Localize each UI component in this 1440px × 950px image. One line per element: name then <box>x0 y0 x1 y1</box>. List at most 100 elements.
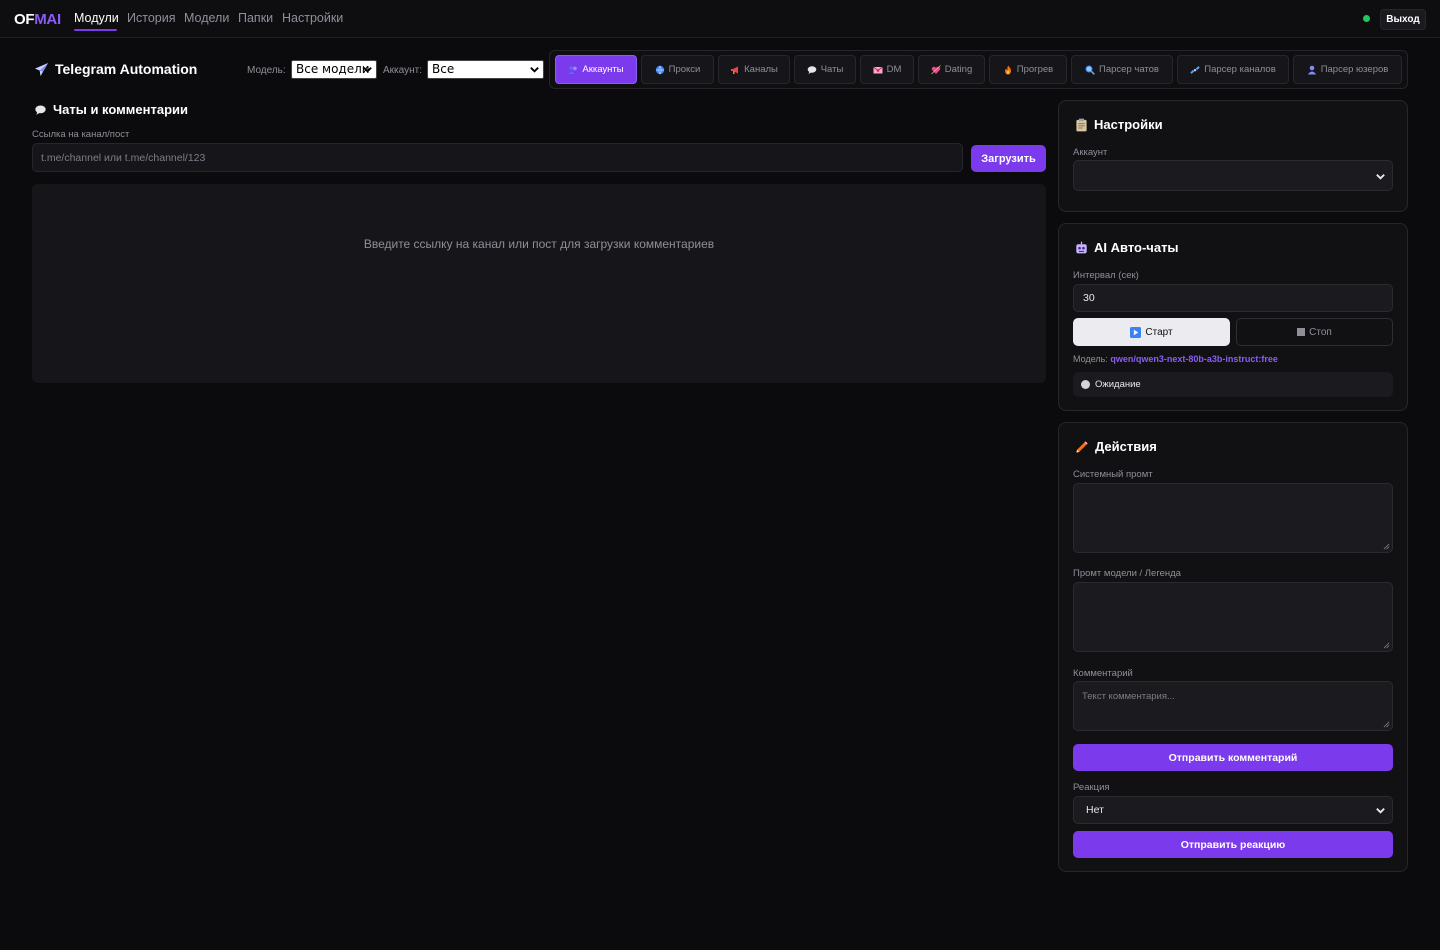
account-filter-label: Аккаунт: <box>383 65 422 76</box>
resize-grip-icon <box>1383 543 1390 550</box>
model-filter-label: Модель: <box>247 65 286 76</box>
nav-item-modules[interactable]: Модули <box>74 11 119 25</box>
airplane-icon <box>34 62 49 76</box>
send-comment-button[interactable]: Отправить комментарий <box>1073 744 1393 771</box>
stop-button-label: Стоп <box>1309 326 1332 338</box>
settings-account-select[interactable] <box>1073 160 1393 191</box>
channel-link-input[interactable]: t.me/channel или t.me/channel/123 <box>32 143 963 172</box>
tab-label: Чаты <box>820 64 844 75</box>
page-title-text: Telegram Automation <box>55 61 198 77</box>
autochat-status-text: Ожидание <box>1095 379 1141 390</box>
model-info: Модель: qwen/qwen3-next-80b-a3b-instruct… <box>1073 354 1278 364</box>
actions-panel: Действия Системный промт Промт модели / … <box>1058 422 1408 872</box>
system-prompt-label: Системный промт <box>1073 469 1153 480</box>
megaphone-icon <box>731 66 739 74</box>
tab-user-parser[interactable]: Парсер юзеров <box>1293 55 1402 84</box>
start-button-label: Старт <box>1145 326 1173 338</box>
chevron-down-icon <box>1376 174 1385 180</box>
stop-button[interactable]: Стоп <box>1236 318 1393 346</box>
tab-label: Прокси <box>668 64 701 75</box>
settings-panel: Настройки Аккаунт <box>1058 100 1408 212</box>
tab-warmup[interactable]: Прогрев <box>989 55 1067 84</box>
logo-part-mai: MAI <box>34 11 61 28</box>
tab-chats[interactable]: Чаты <box>794 55 856 84</box>
tab-proxies[interactable]: Прокси <box>641 55 714 84</box>
comment-textarea[interactable]: Текст комментария... <box>1073 681 1393 731</box>
settings-title-text: Настройки <box>1094 117 1163 132</box>
interval-input[interactable]: 30 <box>1073 284 1393 312</box>
model-filter-select[interactable]: Все модели <box>291 60 377 79</box>
online-status-dot <box>1363 15 1370 22</box>
start-button[interactable]: Старт <box>1073 318 1230 346</box>
active-nav-underline <box>74 29 117 31</box>
satellite-icon <box>1190 65 1200 74</box>
heart-arrow-icon <box>930 64 941 74</box>
tab-channel-parser[interactable]: Парсер каналов <box>1177 55 1289 84</box>
play-icon <box>1130 326 1142 338</box>
comments-container: Введите ссылку на канал или пост для заг… <box>32 184 1046 383</box>
model-info-prefix: Модель: <box>1073 354 1108 364</box>
tab-dm[interactable]: DM <box>860 55 914 84</box>
actions-title-text: Действия <box>1095 439 1157 454</box>
tab-label: Каналы <box>744 64 778 75</box>
robot-icon <box>1076 241 1087 254</box>
speech-bubble-icon <box>807 65 817 74</box>
interval-label: Интервал (сек) <box>1073 270 1139 281</box>
reaction-select[interactable]: Нет <box>1073 796 1393 824</box>
chats-section-title: Чаты и комментарии <box>34 102 188 117</box>
tab-chat-parser[interactable]: Парсер чатов <box>1071 55 1173 84</box>
tab-label: Dating <box>944 64 973 75</box>
tab-label: Парсер каналов <box>1204 64 1276 75</box>
nav-item-settings[interactable]: Настройки <box>282 11 343 25</box>
logo[interactable]: OFMAI <box>14 11 61 28</box>
tab-accounts[interactable]: Аккаунты <box>555 55 637 84</box>
ai-autochats-title: AI Авто-чаты <box>1075 240 1179 255</box>
chevron-down-icon <box>363 67 372 73</box>
tab-dating[interactable]: Dating <box>918 55 985 84</box>
resize-grip-icon <box>1383 642 1390 649</box>
top-navbar: OFMAI Модули История Модели Папки Настро… <box>0 0 1440 38</box>
globe-icon <box>655 65 664 74</box>
link-field-label: Ссылка на канал/пост <box>32 129 130 140</box>
logout-button[interactable]: Выход <box>1380 9 1426 30</box>
send-reaction-button[interactable]: Отправить реакцию <box>1073 831 1393 858</box>
user-icon <box>1307 65 1316 74</box>
account-filter-value: Все <box>432 62 455 76</box>
autochat-status: Ожидание <box>1073 372 1393 397</box>
tab-label: DM <box>886 64 902 75</box>
nav-item-models[interactable]: Модели <box>184 11 229 25</box>
tab-label: Аккаунты <box>582 64 624 75</box>
channel-link-placeholder: t.me/channel или t.me/channel/123 <box>41 151 206 164</box>
resize-grip-icon <box>1383 721 1390 728</box>
users-icon <box>568 65 578 74</box>
reaction-label: Реакция <box>1073 782 1110 793</box>
comment-label: Комментарий <box>1073 668 1133 679</box>
ai-autochats-title-text: AI Авто-чаты <box>1094 240 1179 255</box>
status-circle-icon <box>1081 380 1090 389</box>
clipboard-icon <box>1076 118 1087 131</box>
ai-autochats-panel: AI Авто-чаты Интервал (сек) 30 Старт Сто… <box>1058 223 1408 411</box>
settings-account-label: Аккаунт <box>1073 147 1108 158</box>
system-prompt-textarea[interactable] <box>1073 483 1393 553</box>
pencil-icon <box>1076 440 1088 453</box>
nav-item-history[interactable]: История <box>127 11 175 25</box>
settings-title: Настройки <box>1075 117 1163 132</box>
nav-item-folders[interactable]: Папки <box>238 11 273 25</box>
tab-channels[interactable]: Каналы <box>718 55 790 84</box>
tab-label: Парсер чатов <box>1099 64 1159 75</box>
envelope-icon <box>872 66 883 73</box>
load-button[interactable]: Загрузить <box>971 145 1046 172</box>
magnifier-icon <box>1085 65 1095 75</box>
actions-title: Действия <box>1075 439 1157 454</box>
model-prompt-textarea[interactable] <box>1073 582 1393 652</box>
speech-bubble-icon <box>35 105 46 115</box>
module-tabs: Аккаунты Прокси Каналы Чаты DM Dating Пр… <box>549 50 1408 89</box>
model-filter-value: Все модели <box>296 62 370 76</box>
chevron-down-icon <box>530 67 539 73</box>
chevron-down-icon <box>1376 808 1385 814</box>
tab-label: Прогрев <box>1016 64 1054 75</box>
chats-title-text: Чаты и комментарии <box>53 102 188 117</box>
model-info-name: qwen/qwen3-next-80b-a3b-instruct:free <box>1110 354 1278 364</box>
page-title: Telegram Automation <box>34 61 197 77</box>
account-filter-select[interactable]: Все <box>427 60 544 79</box>
